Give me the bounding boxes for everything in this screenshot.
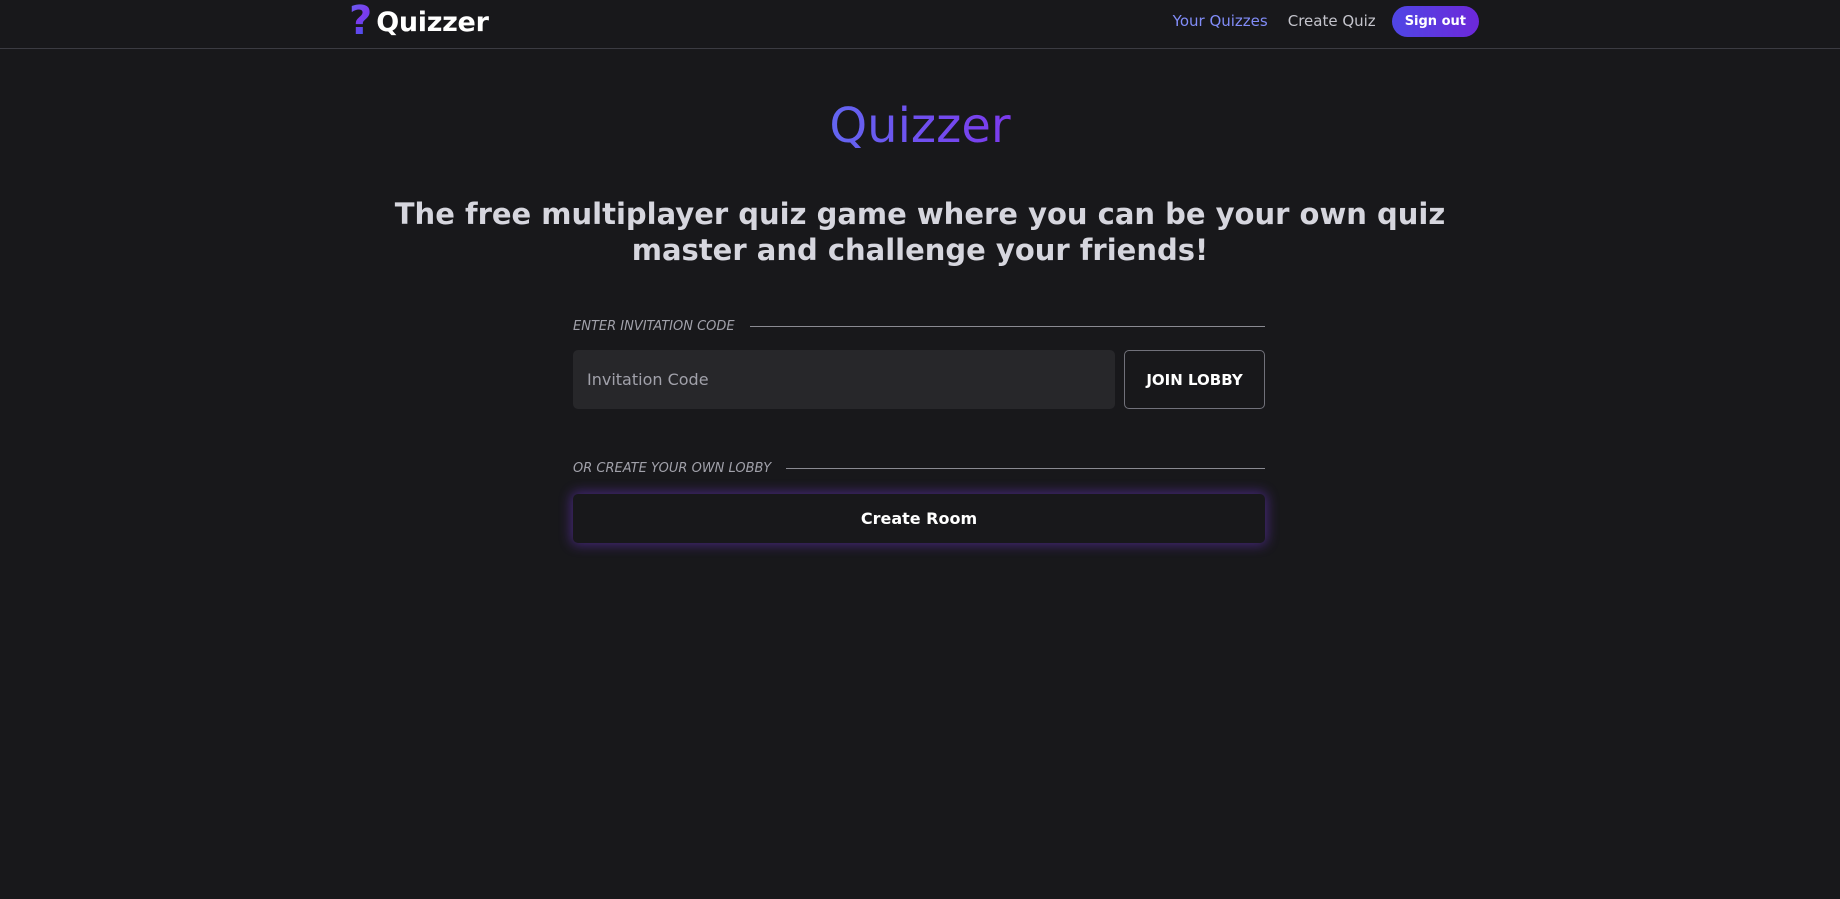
join-section-label: ENTER INVITATION CODE xyxy=(573,318,735,334)
page-title-text: Quizzer xyxy=(829,98,1011,154)
brand-name: Quizzer xyxy=(376,6,489,38)
page-title: Quizzer xyxy=(0,94,1840,158)
create-room-button[interactable]: Create Room xyxy=(573,494,1265,543)
nav-link-your-quizzes[interactable]: Your Quizzes xyxy=(1173,12,1268,30)
join-lobby-button[interactable]: JOIN LOBBY xyxy=(1124,350,1265,409)
create-section-label: OR CREATE YOUR OWN LOBBY xyxy=(573,460,772,476)
join-lobby-section: ENTER INVITATION CODE JOIN LOBBY xyxy=(573,317,1265,409)
divider-line xyxy=(749,325,1265,327)
nav-link-create-quiz[interactable]: Create Quiz xyxy=(1288,12,1376,30)
invitation-code-input[interactable] xyxy=(573,350,1115,409)
tagline: The free multiplayer quiz game where you… xyxy=(394,197,1446,267)
top-navbar: ? Quizzer Your Quizzes Create Quiz Sign … xyxy=(0,0,1840,49)
divider-line xyxy=(786,467,1265,469)
join-section-divider: ENTER INVITATION CODE xyxy=(573,317,1265,335)
create-section-divider: OR CREATE YOUR OWN LOBBY xyxy=(573,459,1265,477)
sign-out-button[interactable]: Sign out xyxy=(1391,5,1479,37)
brand-logo[interactable]: ? Quizzer xyxy=(349,0,489,44)
invite-row: JOIN LOBBY xyxy=(573,350,1265,409)
question-mark-icon: ? xyxy=(349,0,373,44)
create-lobby-section: OR CREATE YOUR OWN LOBBY Create Room xyxy=(573,459,1265,543)
nav-links: Your Quizzes Create Quiz Sign out xyxy=(1173,5,1479,37)
